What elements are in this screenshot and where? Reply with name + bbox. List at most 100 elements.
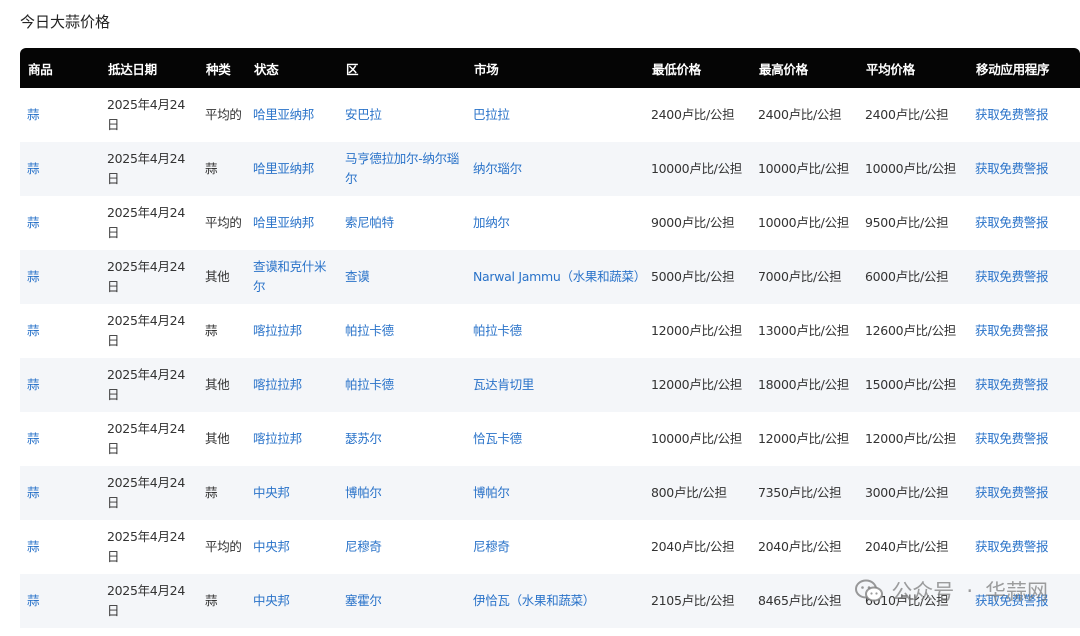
cell-mobile-app[interactable]: 获取免费警报 <box>968 358 1080 412</box>
cell-market[interactable]: 伊恰瓦（水果和蔬菜） <box>466 574 644 628</box>
cell-arrival-date: 2025年4月24日 <box>107 259 185 294</box>
cell-district[interactable]: 帕拉卡德 <box>338 358 466 412</box>
cell-min-price: 2040卢比/公担 <box>651 539 735 554</box>
cell-max-price: 7000卢比/公担 <box>758 269 842 284</box>
cell-state[interactable]: 中央邦 <box>246 520 338 574</box>
cell-commodity[interactable]: 蒜 <box>20 358 100 412</box>
cell-market[interactable]: Narwal Jammu（水果和蔬菜） <box>466 250 646 304</box>
cell-min-price: 2400卢比/公担 <box>651 107 735 122</box>
cell-max-price: 12000卢比/公担 <box>758 431 849 446</box>
cell-commodity[interactable]: 蒜 <box>20 520 100 574</box>
cell-district[interactable]: 查谟 <box>338 250 466 304</box>
header-row: 商品 抵达日期 种类 状态 区 市场 最低价格 最高价格 平均价格 移动应用程序 <box>20 48 1080 88</box>
cell-district[interactable]: 尼穆奇 <box>338 520 466 574</box>
cell-max-price: 18000卢比/公担 <box>758 377 849 392</box>
cell-state[interactable]: 中央邦 <box>246 574 338 628</box>
table-row: 蒜 2025年4月24日 其他 喀拉拉邦 帕拉卡德 瓦达肯切里 12000卢比/公担 1800… <box>20 358 1080 412</box>
cell-market[interactable]: 巴拉拉 <box>466 88 644 142</box>
cell-district[interactable]: 马亨德拉加尔-纳尔瑙尔 <box>338 142 466 196</box>
cell-commodity[interactable]: 蒜 <box>20 250 100 304</box>
price-table-container: 商品 抵达日期 种类 状态 区 市场 最低价格 最高价格 平均价格 移动应用程序… <box>20 48 1080 628</box>
cell-commodity[interactable]: 蒜 <box>20 574 100 628</box>
cell-mobile-app[interactable]: 获取免费警报 <box>968 520 1080 574</box>
cell-avg-price: 6010卢比/公担 <box>865 593 949 608</box>
table-row: 蒜 2025年4月24日蒜喀拉拉邦 帕拉卡德 帕拉卡德 12000卢比/公担 13000卢… <box>20 304 1080 358</box>
cell-arrival-date: 2025年4月24日 <box>107 97 185 132</box>
cell-state[interactable]: 喀拉拉邦 <box>246 304 338 358</box>
header-state: 状态 <box>254 61 279 77</box>
cell-max-price: 13000卢比/公担 <box>758 323 849 338</box>
table-row: 蒜 2025年4月24日蒜哈里亚纳邦 马亨德拉加尔-纳尔瑙尔 纳尔瑙尔 10000卢比/… <box>20 142 1080 196</box>
cell-arrival-date: 2025年4月24日 <box>107 151 185 186</box>
cell-variety: 其他 <box>205 377 230 392</box>
cell-variety: 平均的 <box>205 539 242 554</box>
cell-mobile-app[interactable]: 获取免费警报 <box>968 88 1080 142</box>
cell-market[interactable]: 尼穆奇 <box>466 520 644 574</box>
cell-state[interactable]: 喀拉拉邦 <box>246 358 338 412</box>
cell-arrival-date: 2025年4月24日 <box>107 475 185 510</box>
cell-district[interactable]: 塞霍尔 <box>338 574 466 628</box>
table-row: 蒜 2025年4月24日 其他 喀拉拉邦 瑟苏尔 恰瓦卡德 10000卢比/公担 12000卢… <box>20 412 1080 466</box>
cell-avg-price: 12600卢比/公担 <box>865 323 956 338</box>
cell-market[interactable]: 恰瓦卡德 <box>466 412 644 466</box>
cell-commodity[interactable]: 蒜 <box>20 196 100 250</box>
cell-arrival-date: 2025年4月24日 <box>107 529 185 564</box>
cell-district[interactable]: 索尼帕特 <box>338 196 466 250</box>
cell-commodity[interactable]: 蒜 <box>20 304 100 358</box>
cell-mobile-app[interactable]: 获取免费警报 <box>968 196 1080 250</box>
cell-state[interactable]: 查谟和克什米尔 <box>246 250 338 304</box>
cell-market[interactable]: 帕拉卡德 <box>466 304 644 358</box>
cell-min-price: 5000卢比/公担 <box>651 269 735 284</box>
cell-district[interactable]: 瑟苏尔 <box>338 412 466 466</box>
cell-state[interactable]: 喀拉拉邦 <box>246 412 338 466</box>
cell-state[interactable]: 中央邦 <box>246 466 338 520</box>
cell-market[interactable]: 纳尔瑙尔 <box>466 142 644 196</box>
cell-market[interactable]: 瓦达肯切里 <box>466 358 644 412</box>
cell-market[interactable]: 博帕尔 <box>466 466 644 520</box>
cell-variety: 平均的 <box>205 107 242 122</box>
cell-mobile-app[interactable]: 获取免费警报 <box>968 304 1080 358</box>
cell-min-price: 12000卢比/公担 <box>651 377 742 392</box>
header-min-price: 最低价格 <box>652 61 701 77</box>
table-row: 蒜 2025年4月24日 其他 查谟和克什米尔 查谟 Narwal Jammu（水果和蔬菜… <box>20 250 1080 304</box>
cell-avg-price: 15000卢比/公担 <box>865 377 956 392</box>
cell-commodity[interactable]: 蒜 <box>20 88 100 142</box>
page: 今日大蒜价格 商品 抵达日期 种类 状态 区 市场 最低价格 最高价格 平均价格… <box>0 0 1080 636</box>
cell-market[interactable]: 加纳尔 <box>466 196 644 250</box>
cell-avg-price: 12000卢比/公担 <box>865 431 956 446</box>
cell-avg-price: 3000卢比/公担 <box>865 485 949 500</box>
cell-variety: 其他 <box>205 431 230 446</box>
cell-mobile-app[interactable]: 获取免费警报 <box>968 574 1080 628</box>
cell-variety: 其他 <box>205 269 230 284</box>
cell-state[interactable]: 哈里亚纳邦 <box>246 88 338 142</box>
header-avg-price: 平均价格 <box>866 61 915 77</box>
cell-avg-price: 10000卢比/公担 <box>865 161 956 176</box>
cell-state[interactable]: 哈里亚纳邦 <box>246 142 338 196</box>
table-body: 蒜 2025年4月24日 平均的 哈里亚纳邦 安巴拉 巴拉拉 2400卢比/公担 2400卢比… <box>20 88 1080 628</box>
cell-commodity[interactable]: 蒜 <box>20 412 100 466</box>
cell-min-price: 12000卢比/公担 <box>651 323 742 338</box>
cell-mobile-app[interactable]: 获取免费警报 <box>968 412 1080 466</box>
cell-variety: 蒜 <box>205 485 218 500</box>
cell-commodity[interactable]: 蒜 <box>20 466 100 520</box>
cell-district[interactable]: 安巴拉 <box>338 88 466 142</box>
cell-variety: 平均的 <box>205 215 242 230</box>
header-variety: 种类 <box>206 61 231 77</box>
page-title: 今日大蒜价格 <box>20 13 111 31</box>
cell-mobile-app[interactable]: 获取免费警报 <box>968 142 1080 196</box>
cell-mobile-app[interactable]: 获取免费警报 <box>968 466 1080 520</box>
cell-min-price: 9000卢比/公担 <box>651 215 735 230</box>
cell-mobile-app[interactable]: 获取免费警报 <box>968 250 1080 304</box>
cell-max-price: 7350卢比/公担 <box>758 485 842 500</box>
header-arrival-date: 抵达日期 <box>108 61 157 77</box>
cell-min-price: 2105卢比/公担 <box>651 593 735 608</box>
header-commodity: 商品 <box>28 61 53 77</box>
cell-district[interactable]: 博帕尔 <box>338 466 466 520</box>
cell-max-price: 10000卢比/公担 <box>758 215 849 230</box>
cell-commodity[interactable]: 蒜 <box>20 142 100 196</box>
cell-state[interactable]: 哈里亚纳邦 <box>246 196 338 250</box>
cell-district[interactable]: 帕拉卡德 <box>338 304 466 358</box>
header-market: 市场 <box>474 61 499 77</box>
cell-max-price: 10000卢比/公担 <box>758 161 849 176</box>
header-district: 区 <box>346 61 359 77</box>
